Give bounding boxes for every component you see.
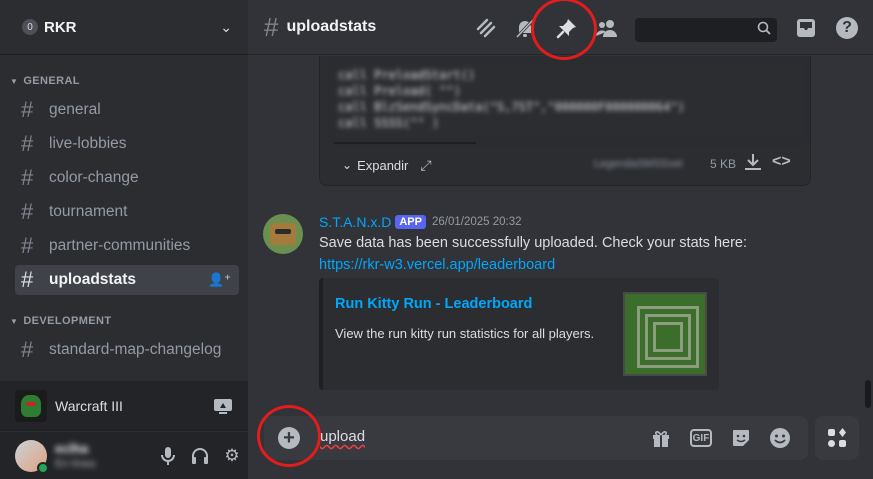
channel-label: general <box>49 101 101 118</box>
emoji-icon[interactable] <box>769 427 791 449</box>
code-attachment: call PreloadStart() call Preload( "") ca… <box>319 56 811 186</box>
search-icon <box>757 21 771 38</box>
download-icon[interactable] <box>744 153 762 176</box>
hash-icon: # <box>21 199 34 224</box>
app-badge: APP <box>395 215 426 229</box>
attachment-footer: ⌄ Expandir ⤢ LegendaSMSSvet 5 KB <> <box>320 145 810 185</box>
category-development[interactable]: ▼ DEVELOPMENT <box>0 311 248 331</box>
message-timestamp: 26/01/2025 20:32 <box>431 216 522 228</box>
online-status-icon <box>37 461 49 474</box>
divider <box>334 142 476 144</box>
headphones-icon[interactable] <box>184 440 216 472</box>
channel-label: uploadstats <box>49 271 136 288</box>
hash-icon: # <box>21 233 34 258</box>
server-header[interactable]: 0 RKR ⌄ <box>0 0 248 55</box>
user-name: eclha <box>55 441 89 456</box>
hash-icon: # <box>21 267 34 292</box>
channel-partner-communities[interactable]: # partner-communities <box>15 231 239 261</box>
message-author[interactable]: S.T.A.N.x.D <box>319 214 391 230</box>
message-text: Save data has been successfully uploaded… <box>319 235 748 251</box>
hash-icon: # <box>21 131 34 156</box>
server-badge: 0 <box>22 19 38 35</box>
avatar[interactable] <box>15 439 49 474</box>
channel-standard-map-changelog[interactable]: # standard-map-changelog <box>15 335 239 365</box>
channel-live-lobbies[interactable]: # live-lobbies <box>15 129 239 159</box>
annotation-circle-pin <box>531 0 597 60</box>
message-header: S.T.A.N.x.D APP 26/01/2025 20:32 <box>319 214 522 230</box>
hash-icon: # <box>21 97 34 122</box>
warcraft-icon <box>15 389 47 422</box>
code-line: call Preload( "") <box>338 84 461 98</box>
microphone-icon[interactable] <box>152 440 184 472</box>
message-input[interactable]: upload <box>320 428 365 445</box>
scrollbar[interactable] <box>865 60 871 410</box>
channel-list-general: # general # live-lobbies # color-change # to… <box>0 95 248 295</box>
message-link[interactable]: https://rkr-w3.vercel.app/leaderboard <box>319 257 555 273</box>
user-panel: eclha En línea ⚙ <box>0 432 248 479</box>
channel-label: tournament <box>49 203 128 220</box>
chevron-down-icon: ▼ <box>10 76 19 86</box>
apps-icon <box>828 428 846 447</box>
category-label: GENERAL <box>23 75 80 87</box>
members-icon[interactable] <box>595 16 619 40</box>
link-embed: Run Kitty Run - Leaderboard View the run… <box>319 278 719 390</box>
channel-tournament[interactable]: # tournament <box>15 197 239 227</box>
category-general[interactable]: ▼ GENERAL <box>0 71 248 91</box>
embed-thumbnail[interactable] <box>623 292 707 376</box>
file-size: 5 KB <box>710 157 737 171</box>
code-line: call PreloadStart() <box>338 68 476 82</box>
file-name: LegendaSMSSvet <box>594 158 683 170</box>
gear-icon[interactable]: ⚙ <box>216 440 248 472</box>
bot-avatar[interactable] <box>263 214 303 254</box>
channel-general[interactable]: # general <box>15 95 239 125</box>
game-name: Warcraft III <box>55 397 123 414</box>
channel-title: uploadstats <box>286 18 377 35</box>
channel-label: live-lobbies <box>49 135 127 152</box>
embed-title[interactable]: Run Kitty Run - Leaderboard <box>335 296 532 312</box>
channel-label: standard-map-changelog <box>49 341 222 358</box>
user-status: En línea <box>55 458 96 470</box>
user-info[interactable]: eclha En línea <box>55 441 152 470</box>
scroll-thumb[interactable] <box>865 380 871 408</box>
add-member-icon[interactable]: 👤⁺ <box>208 272 231 288</box>
hash-icon: # <box>21 337 34 362</box>
channel-label: color-change <box>49 169 139 186</box>
code-line: call SSSS("" ) <box>338 116 440 130</box>
stream-icon[interactable] <box>212 397 234 415</box>
code-preview: call PreloadStart() call Preload( "") ca… <box>334 59 804 141</box>
threads-icon[interactable] <box>474 16 498 40</box>
search-input[interactable] <box>635 18 777 42</box>
game-activity-bar: Warcraft III <box>0 381 248 431</box>
category-label: DEVELOPMENT <box>23 315 112 327</box>
chevron-down-icon[interactable]: ⌄ <box>342 158 352 172</box>
chevron-down-icon[interactable]: ⌄ <box>220 19 232 36</box>
channel-label: partner-communities <box>49 237 191 254</box>
hash-icon: # <box>21 165 34 190</box>
hash-icon: # <box>264 11 279 42</box>
message-composer[interactable]: + upload GIF <box>264 416 808 460</box>
server-name[interactable]: RKR <box>44 19 220 36</box>
inbox-icon[interactable] <box>794 16 818 40</box>
expand-diagonal-icon[interactable]: ⤢ <box>420 157 431 174</box>
channel-uploadstats[interactable]: # uploadstats 👤⁺ <box>15 265 239 295</box>
embed-description: View the run kitty run statistics for al… <box>335 326 595 341</box>
message-list: call PreloadStart() call Preload( "") ca… <box>248 56 873 411</box>
gif-icon[interactable]: GIF <box>690 429 712 447</box>
apps-button[interactable] <box>815 416 859 460</box>
channel-list-development: # standard-map-changelog <box>0 335 248 365</box>
annotation-circle-add <box>257 405 321 467</box>
code-line: call BlzSendSyncData("S,7ST","000000F000… <box>338 100 685 114</box>
chevron-down-icon: ▼ <box>10 316 19 326</box>
sticker-icon[interactable] <box>730 427 752 449</box>
help-icon[interactable]: ? <box>836 17 858 39</box>
expand-button[interactable]: Expandir <box>357 158 408 173</box>
channel-color-change[interactable]: # color-change <box>15 163 239 193</box>
code-icon[interactable]: <> <box>772 153 791 171</box>
gift-icon[interactable] <box>650 427 672 449</box>
